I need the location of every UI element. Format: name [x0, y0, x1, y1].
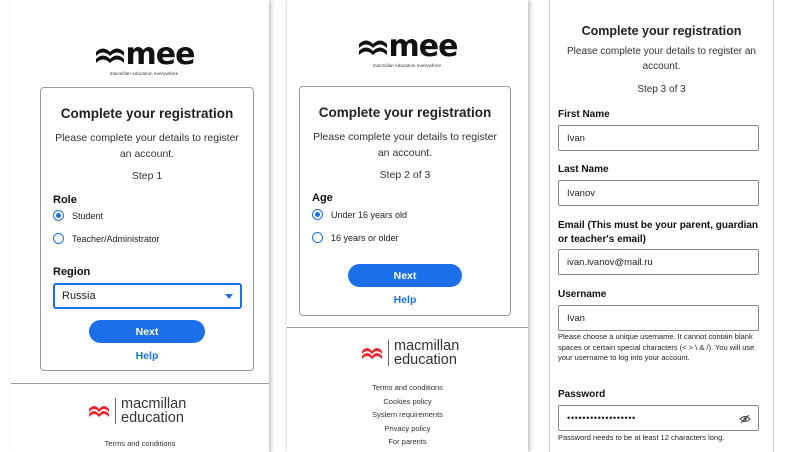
- last-name-input[interactable]: Ivanov: [558, 180, 759, 206]
- help-link[interactable]: Help: [300, 294, 510, 306]
- help-link[interactable]: Help: [41, 350, 253, 362]
- age-option-label: Under 16 years old: [331, 209, 408, 220]
- mee-wordmark: mee: [388, 29, 459, 64]
- age-label: Age: [312, 192, 333, 204]
- first-name-label: First Name: [558, 109, 610, 120]
- macmillan-m-icon: [362, 348, 382, 359]
- region-select[interactable]: Russia: [53, 283, 242, 309]
- email-label: Email (This must be your parent, guardia…: [558, 220, 759, 245]
- publisher-line-1: macmillan: [121, 396, 187, 412]
- footer-link-privacy[interactable]: Privacy policy: [287, 424, 528, 433]
- publisher-line-2: education: [394, 352, 457, 368]
- region-label: Region: [53, 266, 91, 278]
- password-label: Password: [558, 389, 606, 400]
- card-title: Complete your registration: [318, 105, 492, 120]
- mee-logo: mee macmillan education everywhere: [94, 37, 196, 76]
- username-value: Ivan: [567, 312, 585, 324]
- eye-slash-icon[interactable]: [739, 414, 751, 424]
- role-option-student[interactable]: Student: [53, 210, 103, 221]
- password-input[interactable]: ••••••••••••••••••: [558, 405, 759, 431]
- card-title: Complete your registration: [60, 106, 234, 121]
- last-name-label: Last Name: [558, 164, 609, 175]
- next-button[interactable]: Next: [89, 320, 205, 343]
- macmillan-education-logo: macmillan education: [88, 397, 186, 425]
- radio-selected-icon[interactable]: [53, 210, 64, 221]
- mee-tagline: macmillan education everywhere: [109, 71, 179, 76]
- email-value: ivan.ivanov@mail.ru: [567, 256, 653, 268]
- mee-logo: mee macmillan education everywhere: [357, 29, 459, 68]
- role-label: Role: [53, 194, 77, 206]
- role-option-label: Teacher/Administrator: [72, 233, 160, 244]
- role-option-teacher[interactable]: Teacher/Administrator: [53, 233, 160, 244]
- age-option-under-16[interactable]: Under 16 years old: [312, 209, 407, 220]
- logo-separator: [388, 340, 389, 366]
- page-subtitle: Please complete your details to register…: [567, 46, 756, 72]
- mee-waves-icon: [95, 48, 124, 63]
- mee-tagline: macmillan education everywhere: [372, 63, 442, 68]
- mee-wordmark: mee: [125, 37, 196, 72]
- age-option-16-or-older[interactable]: 16 years or older: [312, 232, 399, 243]
- radio-unselected-icon[interactable]: [53, 233, 64, 244]
- macmillan-education-logo: macmillan education: [361, 339, 459, 367]
- footer-link-terms[interactable]: Terms and conditions: [11, 439, 269, 448]
- mee-waves-icon: [358, 40, 387, 55]
- registration-card: Complete your registration Please comple…: [299, 86, 511, 316]
- step-indicator: Step 2 of 3: [379, 169, 431, 181]
- username-hint: Please choose a unique username. It cann…: [558, 332, 755, 362]
- footer-divider: [11, 383, 269, 384]
- region-value: Russia: [62, 290, 96, 302]
- footer-link-cookies[interactable]: Cookies policy: [287, 397, 528, 406]
- password-hint: Password needs to be at least 12 charact…: [558, 433, 725, 442]
- registration-step-1-panel: mee macmillan education everywhere Compl…: [11, 0, 269, 452]
- username-label: Username: [558, 289, 607, 300]
- registration-card: Complete your registration Please comple…: [40, 87, 254, 371]
- age-option-label: 16 years or older: [331, 232, 399, 243]
- first-name-input[interactable]: Ivan: [558, 125, 759, 151]
- logo-separator: [115, 398, 116, 424]
- role-option-label: Student: [72, 210, 104, 221]
- radio-unselected-icon[interactable]: [312, 232, 323, 243]
- card-subtitle: Please complete your details to register…: [313, 131, 497, 159]
- next-button[interactable]: Next: [348, 264, 462, 287]
- footer-divider: [287, 327, 528, 328]
- username-input[interactable]: Ivan: [558, 305, 759, 331]
- step-indicator: Step 3 of 3: [637, 84, 686, 95]
- chevron-down-icon: [225, 294, 233, 299]
- card-subtitle: Please complete your details to register…: [55, 132, 239, 160]
- radio-selected-icon[interactable]: [312, 209, 323, 220]
- footer-link-system-requirements[interactable]: System requirements: [287, 410, 528, 419]
- publisher-line-1: macmillan: [394, 338, 460, 354]
- password-value: ••••••••••••••••••: [567, 412, 636, 424]
- publisher-line-2: education: [121, 410, 184, 426]
- footer-link-terms[interactable]: Terms and conditions: [287, 383, 528, 392]
- page-title: Complete your registration: [581, 24, 742, 38]
- registration-step-3-panel: Complete your registration Please comple…: [549, 0, 774, 452]
- publisher-name: macmillan education: [121, 396, 187, 426]
- last-name-value: Ivanov: [567, 187, 595, 199]
- first-name-value: Ivan: [567, 132, 585, 144]
- publisher-name: macmillan education: [394, 338, 460, 368]
- step-indicator: Step 1: [131, 170, 163, 182]
- email-input[interactable]: ivan.ivanov@mail.ru: [558, 249, 759, 275]
- footer-link-parents[interactable]: For parents: [287, 437, 528, 446]
- registration-step-2-panel: mee macmillan education everywhere Compl…: [287, 0, 528, 452]
- macmillan-m-icon: [89, 406, 109, 417]
